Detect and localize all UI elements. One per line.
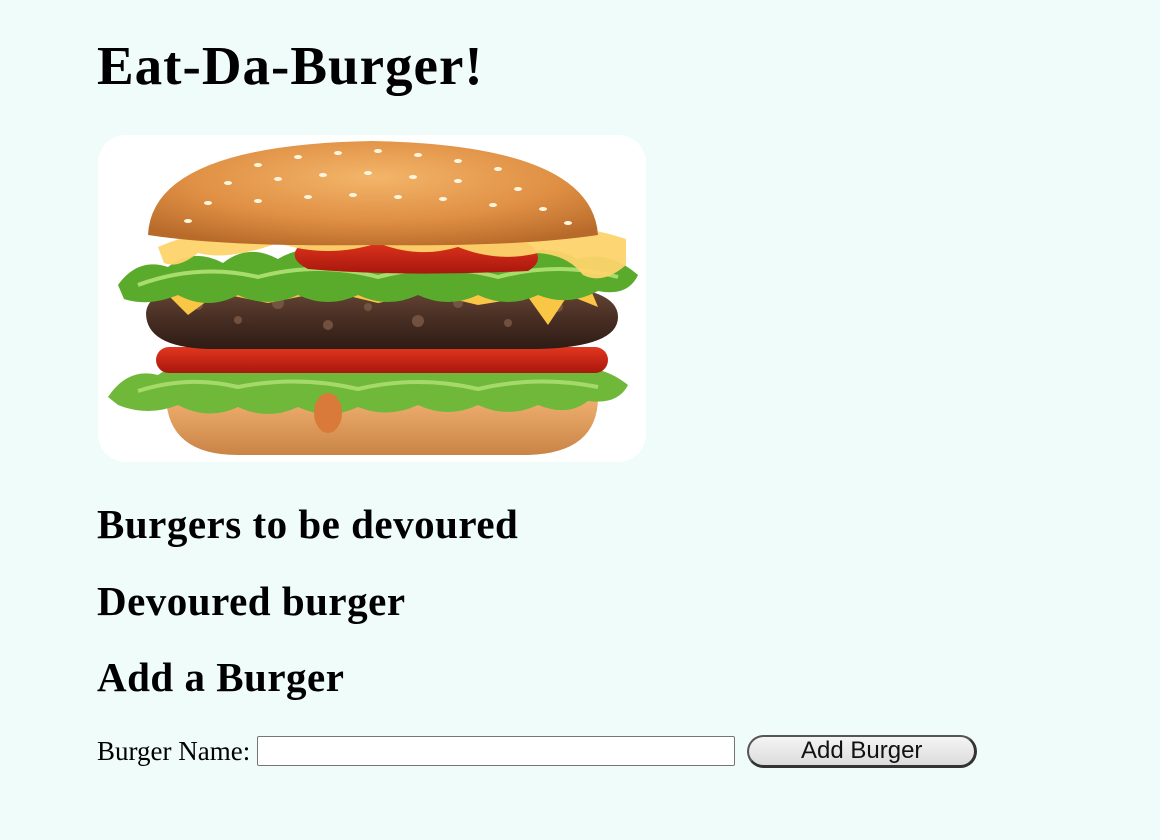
add-burger-button[interactable]: Add Burger [747, 734, 978, 768]
burgers-to-devour-heading: Burgers to be devoured [97, 501, 519, 547]
add-burger-form: Burger Name: Add Burger [97, 733, 978, 769]
page-title: Eat-Da-Burger! [97, 35, 484, 96]
add-burger-heading: Add a Burger [97, 654, 345, 700]
burger-image [98, 135, 646, 462]
burger-name-input[interactable] [257, 736, 736, 766]
devoured-burger-heading: Devoured burger [97, 578, 406, 624]
burger-name-label: Burger Name: [97, 735, 251, 766]
